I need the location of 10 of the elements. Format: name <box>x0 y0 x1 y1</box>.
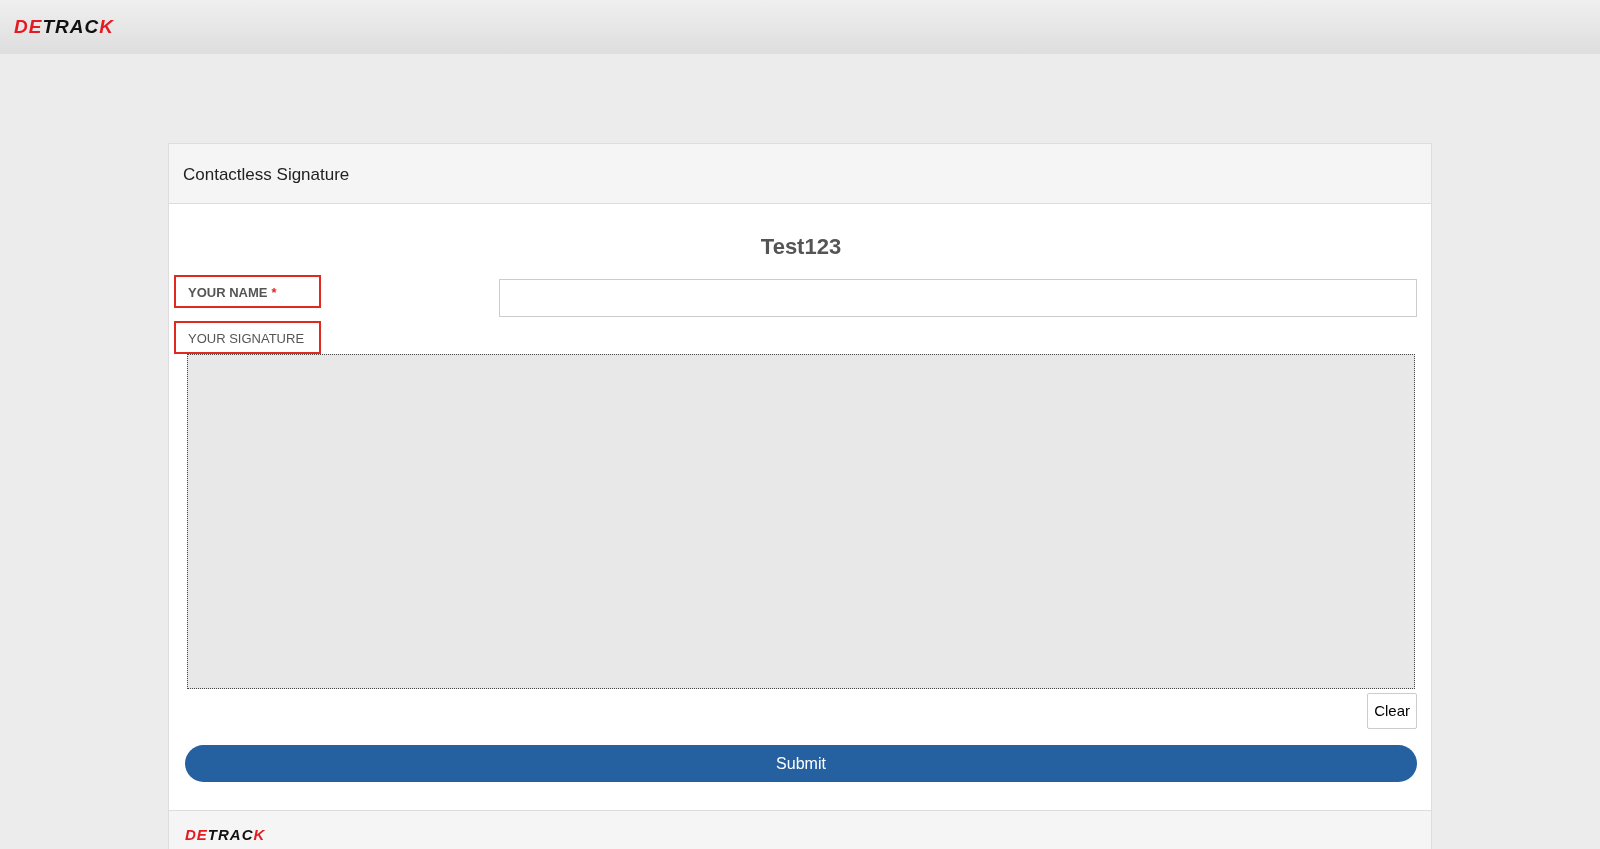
signature-pad[interactable] <box>187 353 1415 689</box>
card-title: Contactless Signature <box>169 144 1431 204</box>
field-label: YOUR NAME * <box>174 275 321 308</box>
field-label: YOUR SIGNATURE <box>174 321 321 354</box>
name-input[interactable] <box>499 279 1417 317</box>
detrack-logo: DETRACK <box>185 827 266 842</box>
submit-button[interactable]: Submit <box>185 745 1417 782</box>
form-heading: Test123 <box>759 233 843 261</box>
detrack-logo: DETRACK <box>14 17 114 36</box>
clear-button[interactable]: Clear <box>1367 692 1417 729</box>
